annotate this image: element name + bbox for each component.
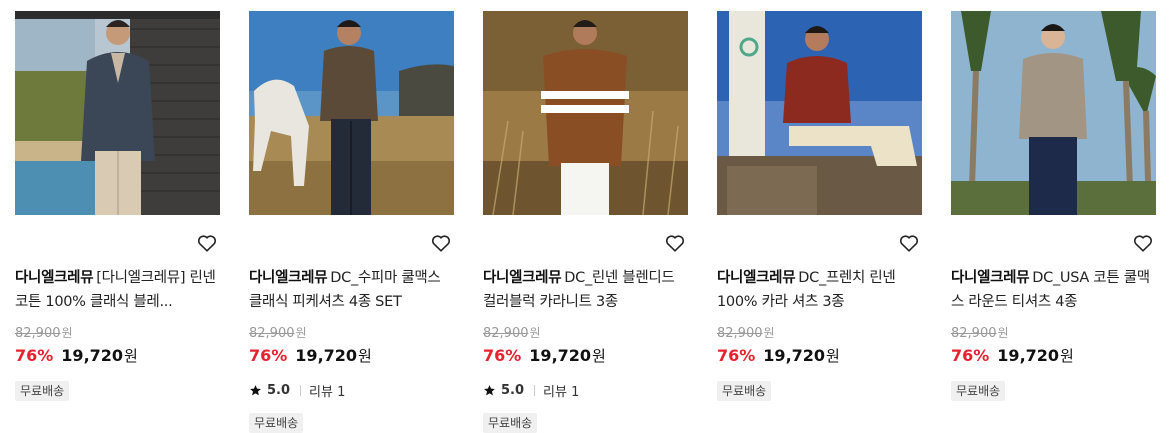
sale-price-unit: 원 — [358, 347, 372, 365]
original-price-unit: 원 — [997, 326, 1009, 340]
sale-price: 19,720 — [997, 346, 1060, 365]
original-price-value: 82,900 — [249, 326, 295, 341]
wishlist-heart-icon[interactable] — [430, 232, 452, 254]
original-price-unit: 원 — [529, 326, 541, 340]
price-row: 76% 19,720 원 — [951, 345, 1156, 367]
product-image[interactable] — [951, 11, 1156, 215]
original-price-unit: 원 — [61, 326, 73, 340]
sale-price-unit: 원 — [592, 347, 606, 365]
original-price: 82,900원 — [15, 324, 220, 342]
product-image[interactable] — [249, 11, 454, 215]
price-row: 76% 19,720 원 — [249, 345, 454, 367]
product-card[interactable]: 다니엘크레뮤 DC_USA 코튼 쿨맥스 라운드 티셔츠 4종 82,900원 7… — [951, 11, 1156, 401]
wishlist-heart-icon[interactable] — [196, 232, 218, 254]
discount-rate: 76% — [483, 346, 522, 365]
sale-price-unit: 원 — [1060, 347, 1074, 365]
sale-price-unit: 원 — [826, 347, 840, 365]
wishlist-heart-icon[interactable] — [1132, 232, 1154, 254]
product-card[interactable]: 다니엘크레뮤 DC_프렌치 린넨 100% 카라 셔츠 3종 82,900원 76… — [717, 11, 922, 401]
original-price-value: 82,900 — [717, 326, 763, 341]
product-title[interactable]: 다니엘크레뮤 [다니엘크레뮤] 린넨 코튼 100% 클래식 블레... — [15, 266, 220, 314]
product-grid: 다니엘크레뮤 [다니엘크레뮤] 린넨 코튼 100% 클래식 블레... 82,9… — [0, 0, 1174, 433]
rating-row[interactable]: 5.0 리뷰 1 — [483, 381, 688, 400]
original-price-value: 82,900 — [15, 326, 61, 341]
rating-value: 5.0 — [267, 382, 291, 398]
original-price-value: 82,900 — [951, 326, 997, 341]
free-shipping-badge: 무료배송 — [249, 413, 304, 433]
product-brand: 다니엘크레뮤 — [717, 270, 796, 286]
sale-price: 19,720 — [763, 346, 826, 365]
original-price-unit: 원 — [295, 326, 307, 340]
star-icon — [484, 384, 495, 395]
price-row: 76% 19,720 원 — [15, 345, 220, 367]
free-shipping-badge: 무료배송 — [951, 381, 1006, 401]
free-shipping-badge: 무료배송 — [483, 413, 538, 433]
original-price: 82,900원 — [483, 324, 688, 342]
original-price: 82,900원 — [951, 324, 1156, 342]
product-image[interactable] — [15, 11, 220, 215]
review-count: 리뷰 1 — [309, 384, 346, 400]
star-icon — [250, 384, 261, 395]
wishlist-heart-icon[interactable] — [898, 232, 920, 254]
product-brand: 다니엘크레뮤 — [951, 270, 1030, 286]
original-price: 82,900원 — [717, 324, 922, 342]
sale-price-unit: 원 — [124, 347, 138, 365]
product-image[interactable] — [483, 11, 688, 215]
rating-divider — [300, 384, 302, 396]
price-row: 76% 19,720 원 — [717, 345, 922, 367]
discount-rate: 76% — [249, 346, 288, 365]
discount-rate: 76% — [717, 346, 756, 365]
product-photo-red-shirt — [717, 11, 922, 215]
product-photo-knit — [483, 11, 688, 215]
discount-rate: 76% — [15, 346, 54, 365]
rating-row[interactable]: 5.0 리뷰 1 — [249, 381, 454, 400]
original-price-value: 82,900 — [483, 326, 529, 341]
product-title[interactable]: 다니엘크레뮤 DC_린넨 블렌디드 컬러블럭 카라니트 3종 — [483, 266, 688, 314]
product-title[interactable]: 다니엘크레뮤 DC_프렌치 린넨 100% 카라 셔츠 3종 — [717, 266, 922, 314]
sale-price: 19,720 — [529, 346, 592, 365]
product-title[interactable]: 다니엘크레뮤 DC_USA 코튼 쿨맥스 라운드 티셔츠 4종 — [951, 266, 1156, 314]
sale-price: 19,720 — [295, 346, 358, 365]
review-count: 리뷰 1 — [543, 384, 580, 400]
free-shipping-badge: 무료배송 — [15, 381, 70, 401]
product-photo-horse — [249, 11, 454, 215]
product-brand: 다니엘크레뮤 — [249, 270, 328, 286]
sale-price: 19,720 — [61, 346, 124, 365]
original-price-unit: 원 — [763, 326, 775, 340]
product-brand: 다니엘크레뮤 — [483, 270, 562, 286]
wishlist-heart-icon[interactable] — [664, 232, 686, 254]
discount-rate: 76% — [951, 346, 990, 365]
product-title[interactable]: 다니엘크레뮤 DC_수피마 쿨맥스 클래식 피케셔츠 4종 SET — [249, 266, 454, 314]
product-card[interactable]: 다니엘크레뮤 [다니엘크레뮤] 린넨 코튼 100% 클래식 블레... 82,9… — [15, 11, 220, 401]
product-photo-blazer — [15, 11, 220, 215]
product-card[interactable]: 다니엘크레뮤 DC_린넨 블렌디드 컬러블럭 카라니트 3종 82,900원 76… — [483, 11, 688, 433]
product-card[interactable]: 다니엘크레뮤 DC_수피마 쿨맥스 클래식 피케셔츠 4종 SET 82,900원… — [249, 11, 454, 433]
rating-divider — [534, 384, 536, 396]
price-row: 76% 19,720 원 — [483, 345, 688, 367]
free-shipping-badge: 무료배송 — [717, 381, 772, 401]
product-brand: 다니엘크레뮤 — [15, 270, 94, 286]
product-photo-palm-trees — [951, 11, 1156, 215]
product-image[interactable] — [717, 11, 922, 215]
rating-value: 5.0 — [501, 382, 525, 398]
original-price: 82,900원 — [249, 324, 454, 342]
